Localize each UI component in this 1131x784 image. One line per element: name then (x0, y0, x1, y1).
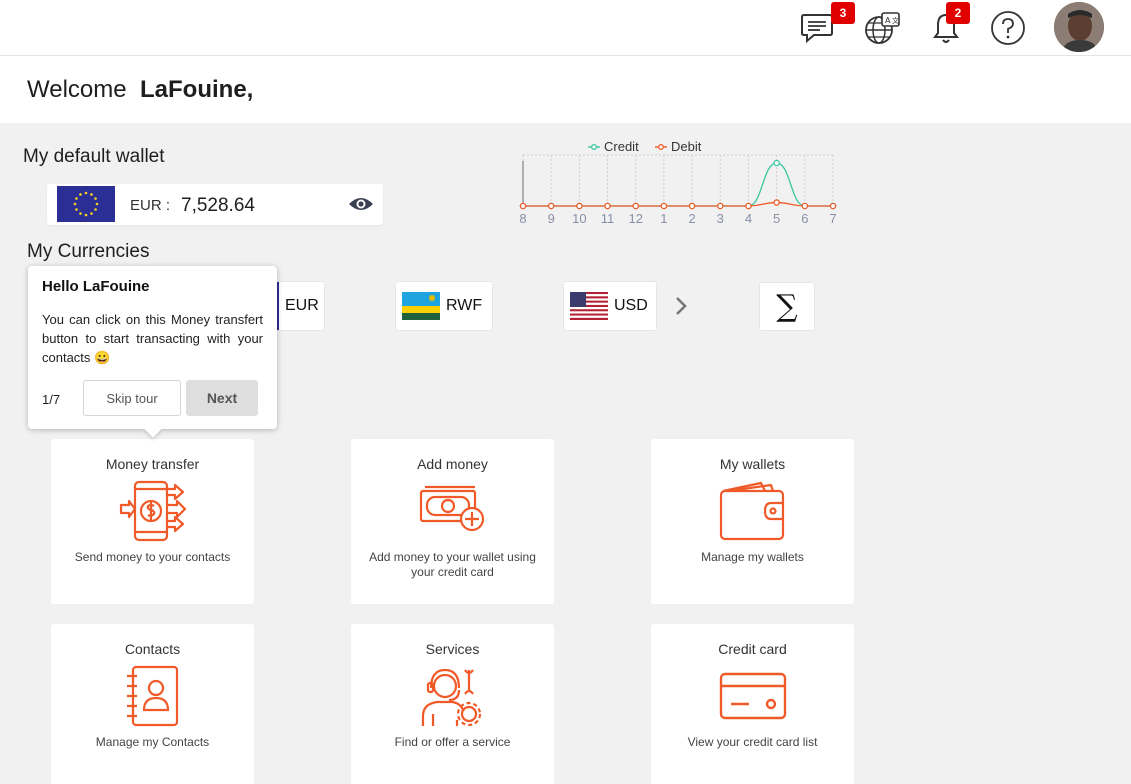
wallet-icon (719, 481, 785, 541)
wallet-currency-label: EUR : (130, 197, 171, 214)
data-point-debit (773, 199, 780, 206)
tile-add-money-desc: Add money to your wallet using your cred… (369, 550, 536, 579)
tile-money-transfer-title: Money transfer (105, 456, 200, 472)
onboarding-tour-popup: Hello LaFouine You can click on this Mon… (28, 266, 277, 438)
eu-flag-icon (57, 186, 115, 222)
avatar-image (1054, 2, 1104, 52)
tile-add-money-title: Add money (417, 456, 488, 472)
contacts-book-icon (127, 665, 179, 727)
x-tick-label: 7 (829, 211, 836, 226)
tile-my-wallets[interactable]: My wallets Manage my wallets (651, 439, 854, 604)
currency-rwf[interactable]: RWF (395, 281, 493, 331)
credit-debit-chart: Credit Debit8 9 10 11 12 1 2 3 4 5 6 7 (519, 139, 837, 226)
welcome-bar: Welcome LaFouine, (0, 56, 1131, 123)
sum-button[interactable]: ∑ (759, 282, 815, 331)
data-point-debit (745, 202, 752, 210)
services-support-icon (421, 668, 482, 727)
series-line-credit (523, 162, 833, 207)
notifications-button[interactable]: 2 (926, 2, 970, 48)
svg-text:A: A (885, 16, 891, 25)
tile-contacts[interactable]: Contacts Manage my Contacts (51, 624, 254, 784)
tile-services-title: Services (425, 641, 480, 657)
data-point-debit (717, 202, 724, 210)
data-point-debit (547, 202, 555, 210)
eye-icon[interactable] (347, 194, 375, 214)
user-avatar[interactable] (1054, 2, 1104, 52)
globe-translate-icon: A 文 (865, 12, 900, 44)
tile-contacts-title: Contacts (124, 641, 181, 657)
top-bar: 3 A 文 2 (0, 0, 1131, 56)
my-currencies-title: My Currencies (27, 241, 150, 262)
legend-credit: Credit (604, 139, 639, 154)
data-point-debit (688, 202, 696, 210)
tile-my-wallets-title: My wallets (719, 456, 786, 472)
series-line-debit (523, 201, 833, 207)
legend-debit: Debit (671, 139, 702, 154)
currency-eur-label: EUR (285, 297, 319, 314)
x-tick-label: 2 (688, 211, 695, 226)
x-tick-label: 1 (660, 211, 667, 226)
x-tick-label: 4 (745, 211, 752, 226)
help-icon (991, 11, 1025, 45)
x-tick-label: 3 (717, 211, 724, 226)
next-button[interactable]: Next (186, 380, 258, 416)
x-tick-label: 11 (601, 211, 615, 226)
tile-credit-card-desc: View your credit card list (687, 735, 818, 749)
tour-step-counter: 1/7 (42, 392, 61, 407)
tile-services-desc: Find or offer a service (394, 735, 511, 749)
messages-button[interactable]: 3 (797, 2, 855, 48)
tile-money-transfer-desc: Send money to your contacts (74, 550, 231, 564)
credit-card-icon (719, 672, 787, 720)
add-money-icon (419, 485, 485, 532)
x-tick-label: 12 (628, 211, 642, 226)
default-wallet-title: My default wallet (23, 146, 165, 167)
x-tick-label: 9 (548, 211, 555, 226)
tile-contacts-desc: Manage my Contacts (95, 735, 210, 749)
currency-usd[interactable]: USD (563, 281, 657, 331)
data-point-credit (773, 159, 780, 167)
x-tick-label: 6 (801, 211, 808, 226)
tile-money-transfer[interactable]: Money transfer Send money to your contac… (51, 439, 254, 604)
tour-title: Hello LaFouine (42, 278, 150, 295)
tile-credit-card[interactable]: Credit card View your credit card list (651, 624, 854, 784)
x-tick-label: 8 (519, 211, 526, 226)
data-point-debit (604, 202, 611, 210)
help-button[interactable] (988, 8, 1028, 48)
welcome-greeting: Welcome (27, 76, 127, 103)
tile-credit-card-title: Credit card (718, 641, 787, 657)
data-point-debit (576, 202, 583, 210)
chat-icon (801, 14, 833, 44)
data-point-debit (660, 202, 668, 210)
chevron-right-icon[interactable] (673, 295, 689, 317)
x-tick-label: 10 (572, 211, 586, 226)
usa-flag-icon (570, 292, 608, 320)
tour-text: You can click on this Money transfert bu… (42, 312, 263, 365)
x-tick-label: 5 (773, 211, 780, 226)
data-point-debit (632, 202, 639, 210)
rwanda-flag-icon (402, 292, 440, 320)
data-point-debit (519, 202, 527, 210)
tile-services[interactable]: Services Find or offer a service (351, 624, 554, 784)
welcome-user-name: LaFouine, (140, 76, 254, 103)
notifications-badge: 2 (946, 2, 970, 24)
data-point-debit (829, 202, 837, 210)
wallet-amount: 7,528.64 (181, 195, 255, 216)
skip-tour-button[interactable]: Skip tour (83, 380, 181, 416)
tour-pointer (144, 420, 162, 438)
money-transfer-icon (119, 480, 187, 542)
data-point-debit (801, 202, 809, 210)
language-button[interactable]: A 文 (862, 8, 902, 48)
tile-add-money[interactable]: Add money Add money to your wallet using… (351, 439, 554, 604)
currency-usd-label: USD (614, 297, 648, 314)
currency-rwf-label: RWF (446, 297, 483, 314)
svg-text:文: 文 (892, 16, 899, 25)
tile-my-wallets-desc: Manage my wallets (701, 550, 804, 564)
messages-badge: 3 (831, 2, 855, 24)
default-wallet-card[interactable]: EUR : 7,528.64 (47, 184, 383, 225)
